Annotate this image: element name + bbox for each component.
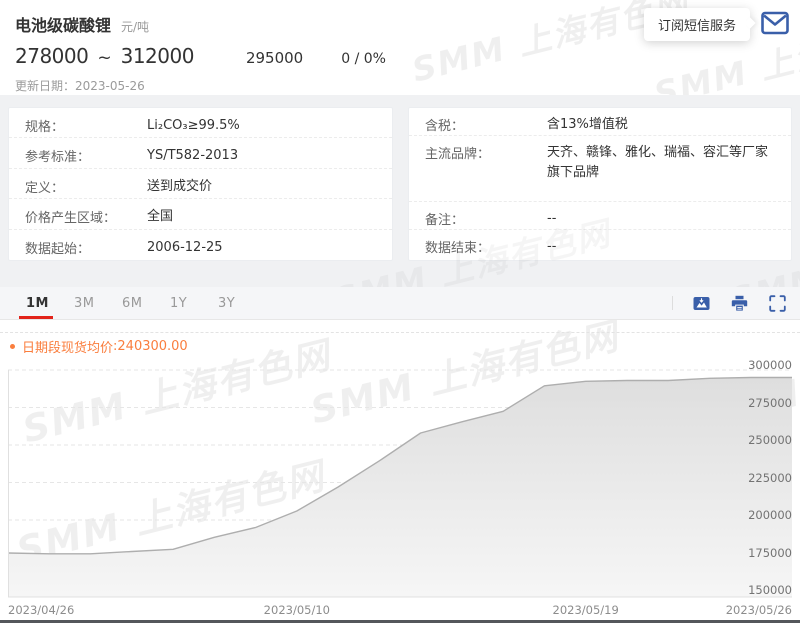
- tab-range-3y[interactable]: 3Y: [218, 287, 266, 319]
- chart-legend[interactable]: 日期段现货均价 : 240300.00: [10, 337, 188, 356]
- x-tick-label: 2023/04/26: [8, 603, 74, 617]
- area-fill: [8, 378, 792, 598]
- spec-info-row: 价格产生区域：全国: [9, 199, 392, 229]
- spec-info-row: 定义：送到成交价: [9, 169, 392, 199]
- price-unit: 元/吨: [121, 18, 149, 35]
- tax-info-row: 数据结束：--: [409, 230, 791, 261]
- price-low: 278000: [15, 44, 88, 68]
- legend-series-value: 240300.00: [117, 339, 187, 354]
- info-label: 参考标准：: [25, 146, 147, 165]
- envelope-icon: [761, 11, 789, 35]
- info-label: 主流品牌：: [425, 143, 547, 162]
- range-tabs: 1M3M6M1Y3Y: [0, 287, 266, 319]
- spec-info-row: 规格：Li₂CO₃≥99.5%: [9, 108, 392, 138]
- y-tick-label: 275000: [732, 395, 792, 411]
- info-label: 规格：: [25, 116, 147, 135]
- y-tick-label: 150000: [732, 582, 792, 598]
- save-image-icon[interactable]: [693, 295, 710, 312]
- x-tick-label: 2023/05/26: [726, 603, 792, 617]
- fullscreen-icon[interactable]: [769, 295, 786, 312]
- update-date-label: 更新日期：: [15, 79, 75, 93]
- price-chart-card: SMM 上海有色网 SMM 上海有色网 SMM 上海有色网 SMM 上海有色网 …: [0, 287, 800, 623]
- info-label: 数据起始：: [25, 238, 147, 257]
- y-tick-label: 250000: [732, 432, 792, 448]
- x-tick-label: 2023/05/19: [553, 603, 619, 617]
- price-chart[interactable]: 300000 275000 250000 225000 200000 175000 1500…: [0, 355, 800, 620]
- info-label: 备注：: [425, 209, 547, 228]
- area-chart-canvas: [8, 355, 792, 599]
- info-label: 含税：: [425, 115, 547, 134]
- spec-info-card: 规格：Li₂CO₃≥99.5%参考标准：YS/T582-2013定义：送到成交价…: [8, 107, 393, 261]
- chart-toolbar: 1M3M6M1Y3Y: [0, 287, 800, 320]
- info-value: --: [547, 237, 791, 257]
- smm-price-page: SMM 上海有色网 SMM 上海有色网 电池级碳酸锂 元/吨 278000 ~ …: [0, 0, 800, 623]
- legend-separator: [0, 332, 800, 333]
- update-date-row: 更新日期：2023-05-26: [15, 77, 800, 94]
- spec-info-row: 参考标准：YS/T582-2013: [9, 138, 392, 168]
- legend-marker-dot: [10, 344, 15, 349]
- y-tick-label: 225000: [732, 470, 792, 486]
- info-value: YS/T582-2013: [147, 146, 392, 166]
- tax-info-row: 主流品牌：天齐、赣锋、雅化、瑞福、容汇等厂家旗下品牌: [409, 136, 791, 202]
- toolbar-divider: [672, 296, 673, 310]
- tab-range-6m[interactable]: 6M: [122, 287, 170, 319]
- price-high: 312000: [121, 44, 194, 68]
- info-value: 送到成交价: [147, 177, 392, 197]
- x-tick-label: 2023/05/10: [264, 603, 330, 617]
- price-average: 295000: [246, 49, 303, 67]
- legend-series-label: 日期段现货均价: [22, 337, 113, 356]
- tax-brand-info-card: 含税：含13%增值税主流品牌：天齐、赣锋、雅化、瑞福、容汇等厂家旗下品牌备注：-…: [408, 107, 792, 261]
- tab-range-3m[interactable]: 3M: [74, 287, 122, 319]
- price-header: SMM 上海有色网 SMM 上海有色网 电池级碳酸锂 元/吨 278000 ~ …: [0, 0, 800, 95]
- chart-tools: [672, 295, 800, 312]
- info-value: 全国: [147, 207, 392, 227]
- price-change: 0 / 0%: [341, 51, 386, 67]
- y-tick-label: 300000: [732, 357, 792, 373]
- info-value: 2006-12-25: [147, 238, 392, 258]
- tab-range-1m[interactable]: 1M: [26, 287, 74, 319]
- info-label: 定义：: [25, 177, 147, 196]
- update-date-value: 2023-05-26: [75, 79, 145, 93]
- y-tick-label: 200000: [732, 507, 792, 523]
- info-value: Li₂CO₃≥99.5%: [147, 116, 392, 136]
- mail-subscribe-button[interactable]: [761, 11, 789, 35]
- info-label: 价格产生区域：: [25, 207, 147, 226]
- subscribe-sms-tooltip[interactable]: 订阅短信服务: [644, 8, 750, 41]
- y-tick-label: 175000: [732, 545, 792, 561]
- tax-info-row: 含税：含13%增值税: [409, 108, 791, 136]
- info-label: 数据结束：: [425, 237, 547, 256]
- page-title: 电池级碳酸锂: [15, 12, 111, 36]
- print-icon[interactable]: [731, 295, 748, 312]
- price-range-tilde: ~: [97, 48, 111, 68]
- tax-info-row: 备注：--: [409, 202, 791, 230]
- info-value: --: [547, 209, 791, 229]
- info-value: 含13%增值税: [547, 115, 791, 135]
- info-value: 天齐、赣锋、雅化、瑞福、容汇等厂家旗下品牌: [547, 143, 791, 183]
- spec-info-row: 数据起始：2006-12-25: [9, 230, 392, 260]
- tab-range-1y[interactable]: 1Y: [170, 287, 218, 319]
